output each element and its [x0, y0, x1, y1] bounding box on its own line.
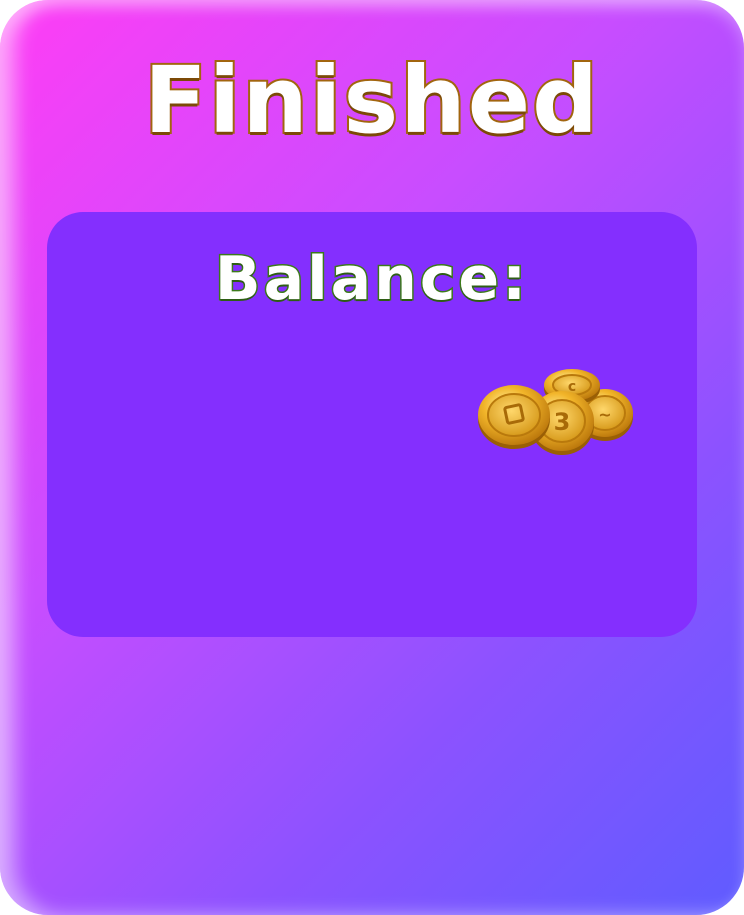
dialog-title: Finished [142, 47, 600, 154]
finished-dialog: Finished Balance: ~ c 3 [0, 0, 744, 915]
svg-text:3: 3 [554, 408, 571, 436]
svg-text:~: ~ [598, 405, 611, 424]
balance-panel: Balance: ~ c 3 [47, 212, 697, 637]
gold-coins-icon: ~ c 3 [478, 369, 633, 455]
balance-label: Balance: [213, 244, 530, 314]
